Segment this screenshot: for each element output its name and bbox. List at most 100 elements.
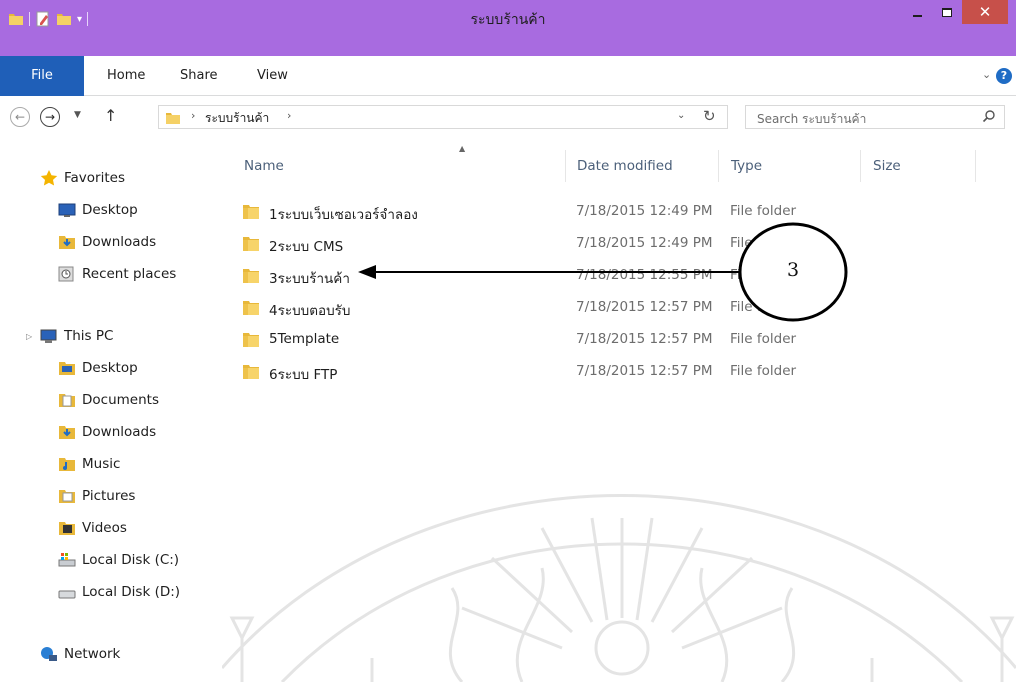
recent-locations-icon[interactable]: ▼ <box>74 110 81 120</box>
star-icon <box>40 170 58 186</box>
table-row[interactable]: 6ระบบ FTP 7/18/2015 12:57 PM File folder <box>242 356 1002 388</box>
search-box[interactable]: Search ระบบร้านค้า <box>745 105 1005 129</box>
file-name: 3ระบบร้านค้า <box>269 271 350 287</box>
file-type: File folder <box>730 299 797 315</box>
sidebar-item-label: Recent places <box>82 266 177 282</box>
sidebar-item-pictures[interactable]: Pictures <box>58 482 135 510</box>
folder-icon <box>243 333 259 347</box>
sidebar-item-label: Desktop <box>82 202 138 218</box>
downloads-icon <box>59 236 75 249</box>
file-type: File folder <box>730 203 797 219</box>
folder-icon <box>243 205 259 219</box>
sidebar-item-local-disk-d[interactable]: Local Disk (D:) <box>58 578 180 606</box>
tab-view[interactable]: View <box>257 56 288 96</box>
computer-icon <box>40 329 57 343</box>
file-name: 1ระบบเว็บเซอเวอร์จำลอง <box>269 207 418 223</box>
column-divider[interactable] <box>860 150 861 182</box>
file-date-modified: 7/18/2015 12:49 PM <box>576 235 713 251</box>
table-row[interactable]: 2ระบบ CMS 7/18/2015 12:49 PM File folder <box>242 228 1002 260</box>
up-arrow-icon[interactable]: ↑ <box>104 106 117 125</box>
downloads-icon <box>59 426 75 439</box>
minimize-button[interactable] <box>902 0 932 24</box>
chevron-down-icon[interactable]: ⌄ <box>677 110 685 121</box>
file-list-pane: ▲ Name Date modified Type Size 1ระบบเว็บ… <box>222 138 1016 682</box>
column-divider[interactable] <box>565 150 566 182</box>
title-bar: ▾ ระบบร้านค้า ✕ <box>0 0 1016 56</box>
network-icon <box>41 647 57 661</box>
sidebar-item-documents[interactable]: Documents <box>58 386 159 414</box>
column-header-type[interactable]: Type <box>731 158 762 174</box>
folder-icon <box>243 301 259 315</box>
back-arrow-icon[interactable]: ← <box>10 107 30 127</box>
refresh-icon[interactable]: ↻ <box>703 107 716 125</box>
sidebar-item-label: Local Disk (D:) <box>82 584 181 600</box>
maximize-button[interactable] <box>932 0 962 24</box>
pictures-icon <box>59 490 75 503</box>
address-bar[interactable]: › ระบบร้านค้า › ⌄ ↻ <box>158 105 728 129</box>
table-row[interactable]: 5Template 7/18/2015 12:57 PM File folder <box>242 324 1002 356</box>
sidebar-item-videos[interactable]: Videos <box>58 514 127 542</box>
file-name: 6ระบบ FTP <box>269 367 338 383</box>
help-icon[interactable]: ? <box>996 68 1012 84</box>
sidebar-item-recent-places[interactable]: Recent places <box>58 260 176 288</box>
sidebar-item-desktop[interactable]: Desktop <box>58 196 138 224</box>
chevron-right-icon[interactable]: ▷ <box>26 332 32 341</box>
chevron-right-icon[interactable]: › <box>191 109 195 122</box>
sidebar-item-label: Network <box>64 646 121 662</box>
sidebar-item-music[interactable]: Music <box>58 450 120 478</box>
table-row[interactable]: 1ระบบเว็บเซอเวอร์จำลอง 7/18/2015 12:49 P… <box>242 196 1002 228</box>
column-header-date-modified[interactable]: Date modified <box>577 158 673 174</box>
tab-home[interactable]: Home <box>107 56 145 96</box>
column-header-size[interactable]: Size <box>873 158 901 174</box>
sidebar-item-label: This PC <box>64 328 114 344</box>
column-header-name[interactable]: Name <box>244 158 284 174</box>
drive-icon <box>58 553 76 567</box>
sidebar-item-label: Desktop <box>82 360 138 376</box>
tab-file[interactable]: File <box>0 56 84 96</box>
file-date-modified: 7/18/2015 12:55 PM <box>576 267 713 283</box>
column-divider[interactable] <box>718 150 719 182</box>
forward-arrow-icon[interactable]: → <box>40 107 60 127</box>
breadcrumb[interactable]: ระบบร้านค้า <box>205 109 269 128</box>
navigation-pane: Favorites Desktop Downloads Recent place… <box>0 138 222 682</box>
file-name: 4ระบบตอบรับ <box>269 303 351 319</box>
sidebar-item-this-pc[interactable]: This PC <box>40 322 113 350</box>
desktop-icon <box>58 203 76 217</box>
file-type: File folder <box>730 235 797 251</box>
sidebar-item-favorites[interactable]: Favorites <box>40 164 125 192</box>
navigation-bar: ← → ▼ ↑ › ระบบร้านค้า › ⌄ ↻ Search ระบบร… <box>0 96 1016 138</box>
close-button[interactable]: ✕ <box>962 0 1008 24</box>
music-icon <box>59 458 75 471</box>
file-date-modified: 7/18/2015 12:57 PM <box>576 331 713 347</box>
table-row[interactable]: 3ระบบร้านค้า 7/18/2015 12:55 PM File fol… <box>242 260 1002 292</box>
sidebar-item-label: Music <box>82 456 121 472</box>
sidebar-item-downloads[interactable]: Downloads <box>58 228 156 256</box>
sidebar-item-network[interactable]: Network <box>40 640 120 668</box>
sidebar-item-local-disk-c[interactable]: Local Disk (C:) <box>58 546 179 574</box>
folder-icon <box>243 237 259 251</box>
close-icon: ✕ <box>978 3 992 21</box>
folder-icon <box>243 365 259 379</box>
desktop-icon <box>59 362 75 375</box>
file-date-modified: 7/18/2015 12:57 PM <box>576 299 713 315</box>
table-row[interactable]: 4ระบบตอบรับ 7/18/2015 12:57 PM File fold… <box>242 292 1002 324</box>
sidebar-item-downloads-pc[interactable]: Downloads <box>58 418 156 446</box>
sort-ascending-icon[interactable]: ▲ <box>459 144 465 153</box>
ribbon-tabs: File Home Share View ⌄ ? <box>0 56 1016 96</box>
videos-icon <box>59 522 75 535</box>
folder-icon <box>243 269 259 283</box>
search-input[interactable]: Search ระบบร้านค้า <box>757 110 866 129</box>
sidebar-item-label: Favorites <box>64 170 125 186</box>
chevron-right-icon[interactable]: › <box>287 109 291 122</box>
window-title: ระบบร้านค้า <box>470 12 546 28</box>
file-name: 5Template <box>269 331 340 347</box>
file-date-modified: 7/18/2015 12:49 PM <box>576 203 713 219</box>
expand-ribbon-icon[interactable]: ⌄ <box>982 68 991 81</box>
documents-icon <box>59 394 75 407</box>
column-divider[interactable] <box>975 150 976 182</box>
search-icon[interactable] <box>982 109 996 123</box>
tab-share[interactable]: Share <box>180 56 218 96</box>
maximize-icon <box>942 7 952 17</box>
sidebar-item-desktop-pc[interactable]: Desktop <box>58 354 138 382</box>
annotation-callout-number: 3 <box>786 259 800 281</box>
